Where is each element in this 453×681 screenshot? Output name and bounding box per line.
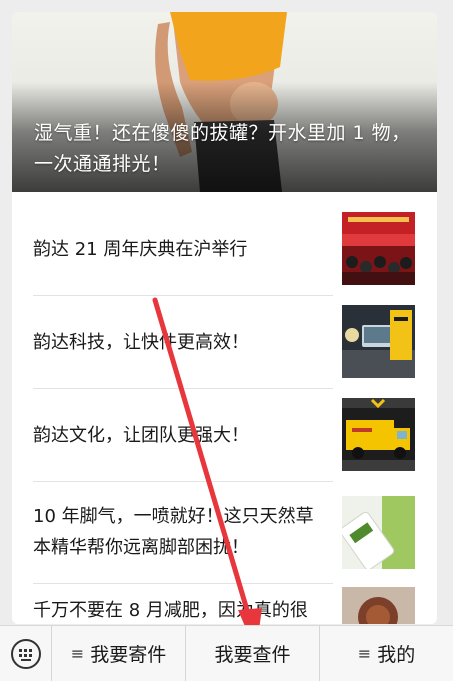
menu-my-account[interactable]: ≡ 我的	[320, 626, 453, 681]
list-item[interactable]: 韵达文化，让团队更强大！	[33, 398, 421, 482]
divider	[33, 583, 333, 584]
menu-label: 我的	[377, 644, 416, 666]
hero-article[interactable]: 湿气重！还在傻傻的拔罐？开水里加 1 物，一次通通排光！	[12, 12, 437, 192]
article-feed: 湿气重！还在傻傻的拔罐？开水里加 1 物，一次通通排光！ 韵达 21 周年庆典在…	[12, 12, 437, 624]
keyboard-toggle-button[interactable]	[0, 625, 52, 681]
article-title: 韵达科技，让快件更高效！	[33, 332, 249, 353]
menu-label: 我要查件	[214, 644, 291, 666]
article-title: 韵达文化，让团队更强大！	[33, 425, 249, 446]
bottom-menu-bar: ≡ 我要寄件 我要查件 ≡ 我的	[0, 625, 453, 681]
submenu-icon: ≡	[70, 644, 85, 663]
list-item[interactable]: 韵达科技，让快件更高效！	[33, 305, 421, 389]
article-title: 10 年脚气，一喷就好！这只天然草本精华帮你远离脚部困扰！	[33, 506, 314, 558]
menu-send-package[interactable]: ≡ 我要寄件	[52, 625, 186, 681]
list-item[interactable]: 千万不要在 8 月减肥，因为真的很	[33, 587, 421, 624]
food-photo-icon	[342, 587, 415, 624]
product-bottle-photo-icon	[342, 496, 415, 569]
menu-label: 我要寄件	[90, 644, 167, 666]
list-item[interactable]: 韵达 21 周年庆典在沪举行	[33, 212, 421, 296]
submenu-icon: ≡	[357, 644, 372, 663]
keyboard-icon	[10, 638, 41, 669]
list-item[interactable]: 10 年脚气，一喷就好！这只天然草本精华帮你远离脚部困扰！	[33, 491, 421, 585]
divider	[33, 388, 333, 389]
delivery-truck-photo-icon	[342, 398, 415, 471]
divider	[33, 481, 333, 482]
divider	[33, 295, 333, 296]
article-title: 韵达 21 周年庆典在沪举行	[33, 239, 248, 260]
event-stage-photo-icon	[342, 212, 415, 285]
tech-device-photo-icon	[342, 305, 415, 378]
hero-title: 湿气重！还在傻傻的拔罐？开水里加 1 物，一次通通排光！	[34, 122, 411, 175]
article-title: 千万不要在 8 月减肥，因为真的很	[33, 600, 308, 621]
menu-track-package[interactable]: 我要查件	[186, 625, 320, 681]
